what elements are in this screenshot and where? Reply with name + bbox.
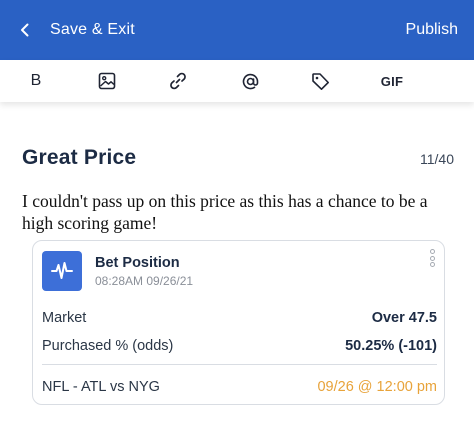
bet-position-title: Bet Position <box>95 255 180 271</box>
formatting-toolbar: B GIF <box>0 60 474 102</box>
bet-timestamp: 08:28AM 09/26/21 <box>95 274 194 288</box>
purchased-value: 50.25% (-101) <box>345 338 437 354</box>
purchased-label: Purchased % (odds) <box>42 338 174 354</box>
pulse-icon <box>42 251 82 291</box>
game-label: NFL - ATL vs NYG <box>42 379 160 395</box>
market-label: Market <box>42 310 87 326</box>
post-title[interactable]: Great Price <box>22 146 136 170</box>
game-row: NFL - ATL vs NYG 09/26 @ 12:00 pm <box>42 379 437 395</box>
chevron-left-icon <box>20 22 32 38</box>
tag-icon[interactable] <box>310 60 330 102</box>
image-icon[interactable] <box>97 60 117 102</box>
market-value: Over 47.5 <box>371 310 437 326</box>
title-character-counter: 11/40 <box>420 151 454 167</box>
bold-button[interactable]: B <box>26 60 46 102</box>
game-time: 09/26 @ 12:00 pm <box>317 379 437 395</box>
save-exit-label: Save & Exit <box>50 21 135 38</box>
card-divider <box>42 364 437 365</box>
top-bar: Save & Exit Publish <box>0 0 474 60</box>
gif-button[interactable]: GIF <box>378 60 406 102</box>
bet-position-card: Bet Position 08:28AM 09/26/21 Market Ove… <box>32 240 445 405</box>
market-row: Market Over 47.5 <box>42 310 437 326</box>
save-exit-button[interactable]: Save & Exit <box>20 21 135 39</box>
more-options-icon[interactable] <box>427 247 437 269</box>
post-title-row: Great Price 11/40 <box>22 146 454 170</box>
publish-button[interactable]: Publish <box>406 21 458 39</box>
link-icon[interactable] <box>168 60 188 102</box>
purchased-row: Purchased % (odds) 50.25% (-101) <box>42 338 437 354</box>
mention-icon[interactable] <box>240 60 260 102</box>
post-body-text[interactable]: I couldn't pass up on this price as this… <box>22 190 454 234</box>
